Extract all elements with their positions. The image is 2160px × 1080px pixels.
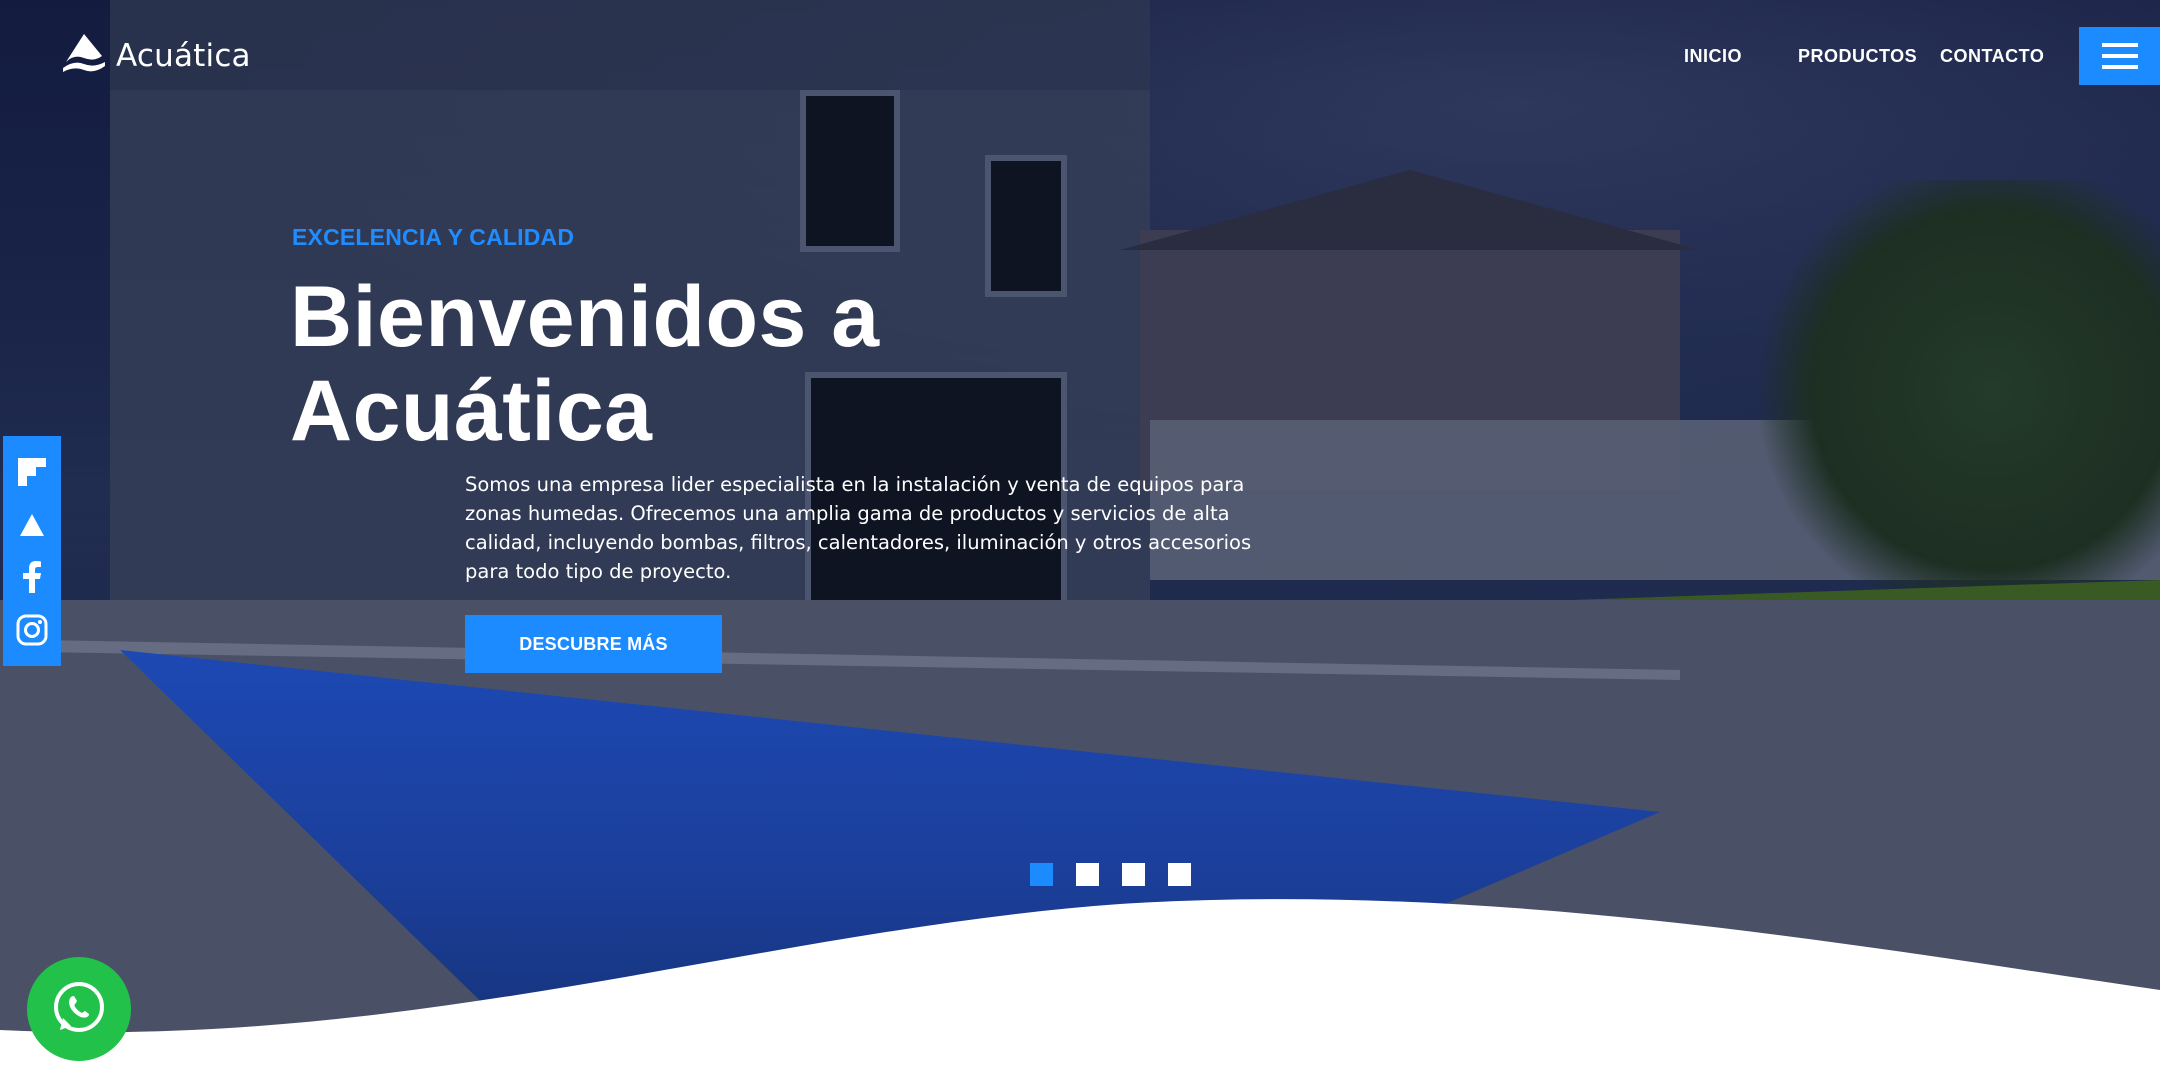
discover-more-button[interactable]: DESCUBRE MÁS — [465, 615, 722, 673]
slider-dot-1[interactable] — [1030, 863, 1053, 886]
whatsapp-button[interactable] — [27, 957, 131, 1061]
logo-text: Acuática — [116, 38, 251, 74]
triangle-icon[interactable] — [15, 508, 49, 542]
nav-contacto[interactable]: CONTACTO — [1940, 46, 2044, 67]
hero-kicker: EXCELENCIA Y CALIDAD — [292, 224, 575, 250]
flipboard-icon[interactable] — [15, 455, 49, 489]
slider-pagination — [1030, 863, 1191, 886]
slider-dot-2[interactable] — [1076, 863, 1099, 886]
house-window — [800, 90, 900, 252]
hero-description: Somos una empresa lider especialista en … — [465, 473, 1252, 583]
slider-dot-3[interactable] — [1122, 863, 1145, 886]
nav-inicio[interactable]: INICIO — [1684, 46, 1742, 67]
menu-button[interactable] — [2079, 27, 2160, 85]
facebook-icon[interactable] — [15, 560, 49, 594]
slider-dot-4[interactable] — [1168, 863, 1191, 886]
instagram-icon[interactable] — [15, 613, 49, 647]
wave-divider — [0, 899, 2160, 1080]
hero-title: Bienvenidos a Acuática — [290, 270, 1190, 458]
trees — [1740, 180, 2160, 600]
hero-title-line1: Bienvenidos a — [290, 269, 880, 365]
mountain-wave-logo-icon — [60, 32, 108, 80]
whatsapp-icon — [51, 979, 107, 1039]
hero-title-line2: Acuática — [290, 363, 653, 459]
logo[interactable]: Acuática — [60, 32, 251, 80]
hamburger-icon — [2101, 43, 2138, 69]
nav-productos[interactable]: PRODUCTOS — [1798, 46, 1917, 67]
social-sidebar — [3, 436, 61, 666]
